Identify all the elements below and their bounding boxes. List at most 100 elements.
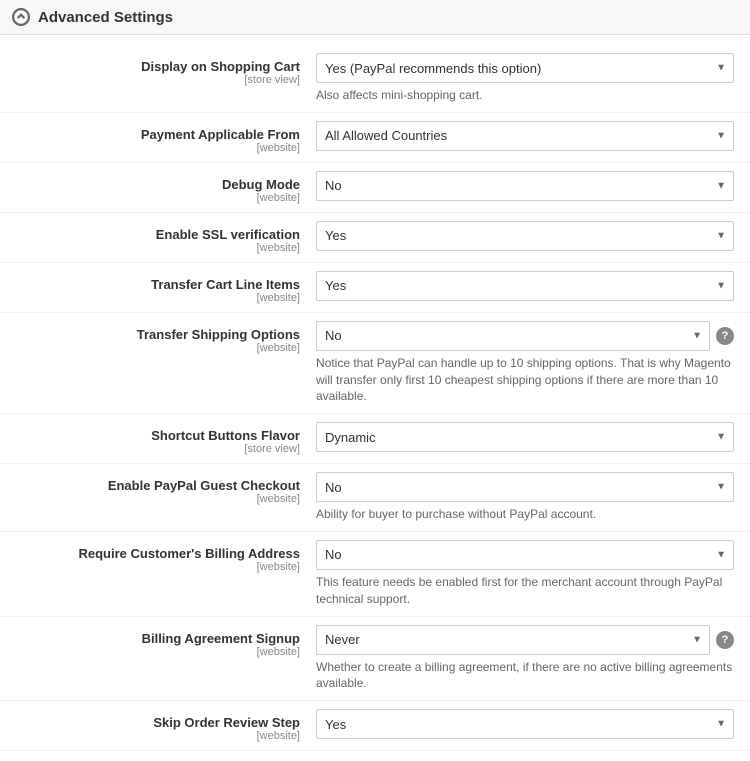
- setting-control-col: Yes (PayPal recommends this option)No▼ Al…: [316, 53, 734, 104]
- setting-label: Enable PayPal Guest Checkout: [16, 478, 300, 493]
- setting-control-col: DynamicStatic▼: [316, 422, 734, 452]
- setting-row: Enable SSL verification[website]YesNo▼: [0, 213, 750, 263]
- setting-label-col: Enable PayPal Guest Checkout[website]: [16, 472, 316, 505]
- setting-control-row: All Allowed CountriesSpecific Countries▼: [316, 121, 734, 151]
- setting-control-col: YesNo▼: [316, 221, 734, 251]
- setting-control-row: YesNo▼: [316, 221, 734, 251]
- setting-control-col: NeverAutoEvery Visit▼? Whether to create …: [316, 625, 734, 693]
- setting-control-row: NoYes▼?: [316, 321, 734, 351]
- setting-label-col: Require Customer's Billing Address[websi…: [16, 540, 316, 573]
- setting-label: Transfer Shipping Options: [16, 327, 300, 342]
- setting-label-col: Transfer Cart Line Items[website]: [16, 271, 316, 304]
- setting-label-col: Payment Applicable From[website]: [16, 121, 316, 154]
- select-billing-agreement-signup[interactable]: NeverAutoEvery Visit: [316, 625, 710, 655]
- setting-control-col: NoYes▼? Notice that PayPal can handle up …: [316, 321, 734, 405]
- setting-label: Enable SSL verification: [16, 227, 300, 242]
- select-enable-paypal-guest-checkout[interactable]: NoYes: [316, 472, 734, 502]
- select-debug-mode[interactable]: NoYes: [316, 171, 734, 201]
- advanced-settings-panel: Advanced Settings Display on Shopping Ca…: [0, 0, 750, 761]
- select-wrapper: YesNo▼: [316, 709, 734, 739]
- select-transfer-cart-line-items[interactable]: YesNo: [316, 271, 734, 301]
- setting-row: Skip Order Review Step[website]YesNo▼: [0, 701, 750, 751]
- setting-row: Payment Applicable From[website]All Allo…: [0, 113, 750, 163]
- setting-control-row: Yes (PayPal recommends this option)No▼: [316, 53, 734, 83]
- select-wrapper: NoYes▼: [316, 472, 734, 502]
- setting-control-row: NeverAutoEvery Visit▼?: [316, 625, 734, 655]
- setting-control-col: All Allowed CountriesSpecific Countries▼: [316, 121, 734, 151]
- help-icon[interactable]: ?: [716, 327, 734, 345]
- setting-row: Enable PayPal Guest Checkout[website]NoY…: [0, 464, 750, 532]
- setting-label: Shortcut Buttons Flavor: [16, 428, 300, 443]
- setting-scope: [website]: [16, 192, 300, 204]
- setting-scope: [website]: [16, 730, 300, 742]
- select-payment-applicable-from[interactable]: All Allowed CountriesSpecific Countries: [316, 121, 734, 151]
- setting-label: Display on Shopping Cart: [16, 59, 300, 74]
- setting-hint: Also affects mini-shopping cart.: [316, 87, 734, 104]
- section-header[interactable]: Advanced Settings: [0, 0, 750, 35]
- setting-hint: Whether to create a billing agreement, i…: [316, 659, 734, 693]
- setting-row: Billing Agreement Signup[website]NeverAu…: [0, 617, 750, 702]
- setting-label: Payment Applicable From: [16, 127, 300, 142]
- setting-scope: [website]: [16, 561, 300, 573]
- setting-control-col: NoYes▼ This feature needs be enabled firs…: [316, 540, 734, 608]
- setting-control-row: YesNo▼: [316, 709, 734, 739]
- setting-scope: [store view]: [16, 443, 300, 455]
- setting-control-row: YesNo▼: [316, 271, 734, 301]
- setting-scope: [website]: [16, 646, 300, 658]
- setting-control-col: NoYes▼: [316, 171, 734, 201]
- setting-label-col: Display on Shopping Cart[store view]: [16, 53, 316, 86]
- setting-control-col: YesNo▼: [316, 271, 734, 301]
- setting-label: Debug Mode: [16, 177, 300, 192]
- setting-scope: [website]: [16, 242, 300, 254]
- select-wrapper: All Allowed CountriesSpecific Countries▼: [316, 121, 734, 151]
- select-shortcut-buttons-flavor[interactable]: DynamicStatic: [316, 422, 734, 452]
- setting-control-row: DynamicStatic▼: [316, 422, 734, 452]
- setting-scope: [website]: [16, 493, 300, 505]
- select-wrapper: NeverAutoEvery Visit▼: [316, 625, 710, 655]
- setting-row: Require Customer's Billing Address[websi…: [0, 532, 750, 617]
- collapse-icon[interactable]: [12, 8, 30, 26]
- setting-hint: This feature needs be enabled first for …: [316, 574, 734, 608]
- section-title: Advanced Settings: [38, 9, 173, 26]
- setting-label-col: Transfer Shipping Options[website]: [16, 321, 316, 354]
- setting-label-col: Enable SSL verification[website]: [16, 221, 316, 254]
- setting-hint: Notice that PayPal can handle up to 10 s…: [316, 355, 734, 405]
- setting-control-col: YesNo▼: [316, 709, 734, 739]
- select-transfer-shipping-options[interactable]: NoYes: [316, 321, 710, 351]
- setting-control-row: NoYes▼: [316, 540, 734, 570]
- setting-label-col: Billing Agreement Signup[website]: [16, 625, 316, 658]
- setting-label: Skip Order Review Step: [16, 715, 300, 730]
- setting-control-row: NoYes▼: [316, 171, 734, 201]
- setting-row: Transfer Shipping Options[website]NoYes▼…: [0, 313, 750, 414]
- setting-label-col: Skip Order Review Step[website]: [16, 709, 316, 742]
- setting-scope: [website]: [16, 292, 300, 304]
- select-skip-order-review-step[interactable]: YesNo: [316, 709, 734, 739]
- setting-scope: [website]: [16, 342, 300, 354]
- setting-row: Transfer Cart Line Items[website]YesNo▼: [0, 263, 750, 313]
- setting-row: Display on Shopping Cart[store view]Yes …: [0, 45, 750, 113]
- setting-control-col: NoYes▼ Ability for buyer to purchase with…: [316, 472, 734, 523]
- select-wrapper: YesNo▼: [316, 221, 734, 251]
- setting-control-row: NoYes▼: [316, 472, 734, 502]
- setting-label: Require Customer's Billing Address: [16, 546, 300, 561]
- setting-label: Billing Agreement Signup: [16, 631, 300, 646]
- setting-hint: Ability for buyer to purchase without Pa…: [316, 506, 734, 523]
- setting-scope: [store view]: [16, 74, 300, 86]
- help-icon[interactable]: ?: [716, 631, 734, 649]
- select-enable-ssl-verification[interactable]: YesNo: [316, 221, 734, 251]
- settings-list: Display on Shopping Cart[store view]Yes …: [0, 35, 750, 761]
- select-wrapper: NoYes▼: [316, 321, 710, 351]
- select-wrapper: NoYes▼: [316, 171, 734, 201]
- select-display-on-shopping-cart[interactable]: Yes (PayPal recommends this option)No: [316, 53, 734, 83]
- select-wrapper: Yes (PayPal recommends this option)No▼: [316, 53, 734, 83]
- setting-row: Debug Mode[website]NoYes▼: [0, 163, 750, 213]
- select-wrapper: DynamicStatic▼: [316, 422, 734, 452]
- select-wrapper: NoYes▼: [316, 540, 734, 570]
- select-require-customers-billing-address[interactable]: NoYes: [316, 540, 734, 570]
- setting-row: Shortcut Buttons Flavor[store view]Dynam…: [0, 414, 750, 464]
- setting-label-col: Debug Mode[website]: [16, 171, 316, 204]
- setting-label: Transfer Cart Line Items: [16, 277, 300, 292]
- setting-scope: [website]: [16, 142, 300, 154]
- setting-label-col: Shortcut Buttons Flavor[store view]: [16, 422, 316, 455]
- select-wrapper: YesNo▼: [316, 271, 734, 301]
